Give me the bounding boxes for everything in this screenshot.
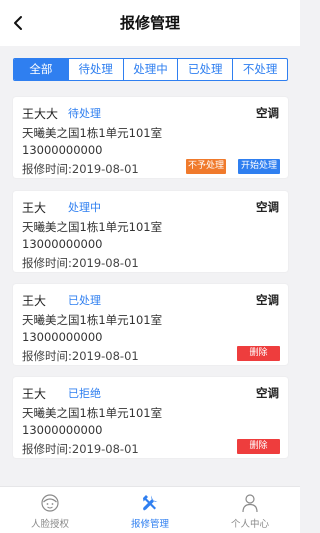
address: 天曦美之国1栋1单元101室 <box>22 313 163 327</box>
report-date: 报修时间:2019-08-01 <box>22 162 139 176</box>
nav-label: 人脸授权 <box>30 519 69 530</box>
tab-processing[interactable]: 处理中 <box>122 59 178 80</box>
tab-pending[interactable]: 待处理 <box>67 59 123 80</box>
address: 天曦美之国1栋1单元101室 <box>22 406 163 420</box>
person-icon <box>240 493 260 513</box>
report-date: 报修时间:2019-08-01 <box>22 442 139 456</box>
tab-all[interactable]: 全部 <box>14 59 68 80</box>
phone-number: 13000000000 <box>22 143 103 157</box>
applicant-name: 王大大 <box>22 107 59 121</box>
delete-button[interactable]: 删除 <box>237 439 280 454</box>
tools-icon <box>140 493 160 513</box>
repair-type: 空调 <box>256 106 279 120</box>
nav-personal-center[interactable]: 个人中心 <box>200 487 300 533</box>
nav-repair-management[interactable]: 报修管理 <box>100 487 200 533</box>
back-button[interactable] <box>8 11 28 35</box>
chevron-left-icon <box>14 16 22 30</box>
repair-order-card[interactable]: 王大 已处理 空调 天曦美之国1栋1单元101室 13000000000 报修时… <box>13 284 288 365</box>
address: 天曦美之国1栋1单元101室 <box>22 126 163 140</box>
bottom-navigation: 人脸授权 报修管理 个人中心 <box>0 486 300 533</box>
tab-processed[interactable]: 已处理 <box>177 59 232 80</box>
order-status: 已处理 <box>68 294 101 307</box>
repair-type: 空调 <box>256 200 279 214</box>
header-bar: 报修管理 <box>0 0 300 46</box>
reject-button[interactable]: 不予处理 <box>186 159 226 174</box>
repair-order-card[interactable]: 王大 已拒绝 空调 天曦美之国1栋1单元101室 13000000000 报修时… <box>13 377 288 458</box>
status-filter-tabs: 全部 待处理 处理中 已处理 不处理 <box>13 58 288 81</box>
nav-label: 报修管理 <box>130 519 169 530</box>
page-title: 报修管理 <box>119 14 180 32</box>
applicant-name: 王大 <box>22 294 47 308</box>
report-date: 报修时间:2019-08-01 <box>22 256 139 270</box>
order-status: 待处理 <box>68 107 101 120</box>
phone-number: 13000000000 <box>22 237 103 251</box>
repair-order-card[interactable]: 王大大 待处理 空调 天曦美之国1栋1单元101室 13000000000 报修… <box>13 97 288 178</box>
repair-type: 空调 <box>256 386 279 400</box>
delete-button[interactable]: 删除 <box>237 346 280 361</box>
nav-label: 个人中心 <box>230 519 269 530</box>
phone-number: 13000000000 <box>22 330 103 344</box>
order-status: 处理中 <box>68 201 101 214</box>
order-status: 已拒绝 <box>68 387 101 400</box>
face-icon <box>40 493 60 513</box>
applicant-name: 王大 <box>22 201 47 215</box>
report-date: 报修时间:2019-08-01 <box>22 349 139 363</box>
nav-face-authorization[interactable]: 人脸授权 <box>0 487 100 533</box>
applicant-name: 王大 <box>22 387 47 401</box>
start-processing-button[interactable]: 开始处理 <box>238 159 280 174</box>
phone-number: 13000000000 <box>22 423 103 437</box>
repair-type: 空调 <box>256 293 279 307</box>
tab-not-processed[interactable]: 不处理 <box>232 59 287 80</box>
repair-order-card[interactable]: 王大 处理中 空调 天曦美之国1栋1单元101室 13000000000 报修时… <box>13 191 288 272</box>
address: 天曦美之国1栋1单元101室 <box>22 220 163 234</box>
